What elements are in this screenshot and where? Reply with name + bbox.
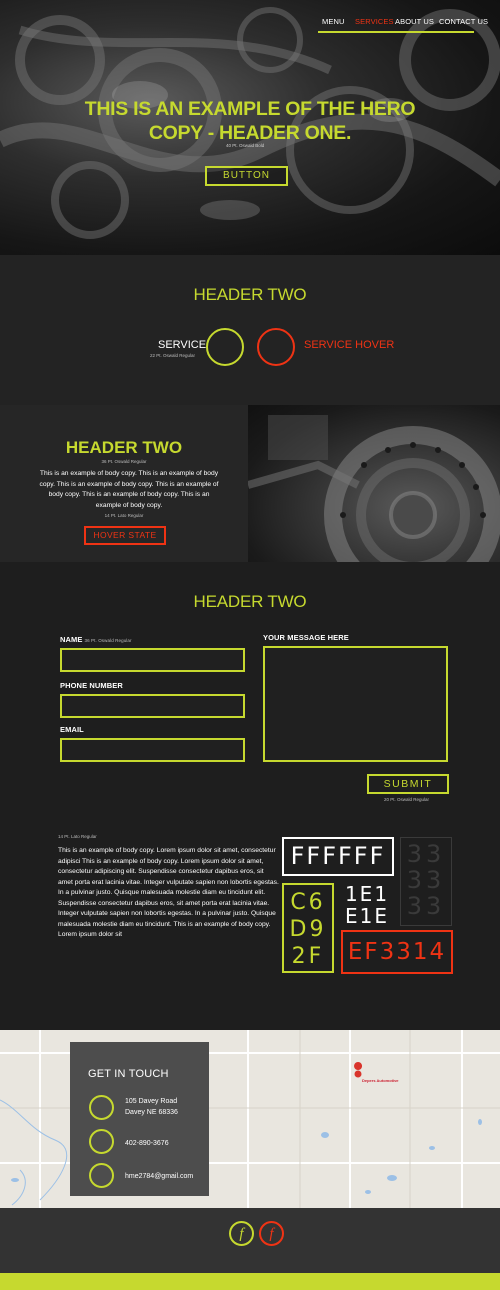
contact-email[interactable]: hme2784@gmail.com (125, 1171, 193, 1182)
message-label: YOUR MESSAGE HERE (263, 633, 349, 642)
swatch-lime-line: C6 (290, 890, 326, 915)
swatch-lime-line: D9 (289, 917, 327, 942)
phone-icon (89, 1129, 114, 1154)
brake-rotor-graphic (248, 415, 500, 562)
service-hover-circle[interactable] (257, 328, 295, 366)
swatch-dark-line: E1E (345, 904, 389, 928)
form-heading: HEADER TWO (193, 592, 307, 611)
name-font-note: 36 Pt. Oswald Regular (84, 638, 132, 643)
swatch-lime: C6 D9 2F (282, 883, 334, 973)
swatch-gray-line: 33 (406, 892, 446, 920)
phone-field[interactable] (60, 694, 245, 718)
body-font-note: 14 Pt. Lato Regular (58, 834, 97, 839)
swatch-dark: 1E1 E1E (341, 883, 393, 929)
nav-item-services[interactable]: SERVICES (355, 17, 394, 26)
swatch-gray: 33 33 33 (400, 837, 452, 926)
location-icon (89, 1095, 114, 1120)
body-copy-sample: This is an example of body copy. Lorem i… (58, 847, 279, 938)
hover-state-button[interactable]: HOVER STATE (84, 526, 166, 545)
address-line-2: Davey NE 68336 (125, 1109, 178, 1116)
submit-font-note: 20 Pt. Oswald Regular (384, 797, 430, 802)
contact-form-section: HEADER TWO NAME 36 Pt. Oswald Regular PHO… (0, 562, 500, 817)
submit-button[interactable]: SUBMIT (367, 774, 449, 794)
about-section: HEADER TWO 36 Pt. Oswald Regular This is… (0, 405, 500, 562)
swatch-gray-line: 33 (406, 866, 446, 894)
phone-label: PHONE NUMBER (60, 681, 123, 690)
about-heading: HEADER TWO (65, 438, 183, 457)
typography-section: 14 Pt. Lato Regular This is an example o… (0, 817, 500, 1030)
hero-title-line-1: THIS IS AN EXAMPLE OF THE HERO (84, 98, 416, 120)
map-section[interactable]: Depers Automotive GET IN TOUCH 105 Davey… (0, 1030, 500, 1208)
contact-card: GET IN TOUCH 105 Davey Road Davey NE 683… (70, 1042, 209, 1196)
main-nav: MENU SERVICES ABOUT US CONTACT US (318, 17, 488, 33)
name-label: NAME 36 Pt. Oswald Regular (60, 635, 132, 644)
nav-item-menu[interactable]: MENU (322, 17, 344, 26)
contact-phone[interactable]: 402-890-3676 (125, 1138, 169, 1149)
name-label-text: NAME (60, 635, 83, 644)
service-font-note: 22 Pt. Oswald Regular (150, 353, 196, 358)
address-line-1: 105 Davey Road (125, 1098, 178, 1105)
contact-title: GET IN TOUCH (88, 1068, 169, 1080)
facebook-icon[interactable]: f (229, 1221, 254, 1246)
services-heading: HEADER TWO (193, 285, 307, 304)
swatch-white: FFFFFF (282, 837, 394, 876)
message-textarea[interactable] (263, 646, 448, 762)
map-pin-label: Depers Automotive (362, 1078, 399, 1083)
email-icon (89, 1163, 114, 1188)
service-circle[interactable] (206, 328, 244, 366)
name-field[interactable] (60, 648, 245, 672)
email-field[interactable] (60, 738, 245, 762)
about-body-copy: This is an example of body copy. This is… (39, 470, 219, 509)
hero-button[interactable]: BUTTON (205, 166, 288, 186)
bottom-accent-bar (0, 1273, 500, 1290)
brake-rotor-photo (248, 405, 500, 562)
nav-item-about-us[interactable]: ABOUT US (395, 17, 434, 26)
footer: f f (0, 1208, 500, 1273)
service-hover-label[interactable]: SERVICE HOVER (304, 339, 394, 351)
swatch-red: EF3314 (341, 930, 453, 974)
swatch-lime-line: 2F (291, 944, 325, 969)
services-section: HEADER TWO SERVICE 22 Pt. Oswald Regular… (0, 255, 500, 405)
hero-title-line-2: COPY - HEADER ONE. (148, 122, 352, 144)
email-label: EMAIL (60, 725, 84, 734)
hero-font-note: 40 Pt. Oswald Bold (226, 143, 265, 148)
about-body-font-note: 14 Pt. Lato Regular (104, 513, 144, 518)
nav-item-contact-us[interactable]: CONTACT US (439, 17, 488, 26)
about-heading-font-note: 36 Pt. Oswald Regular (101, 459, 147, 464)
swatch-gray-line: 33 (406, 840, 446, 868)
hero-title: THIS IS AN EXAMPLE OF THE HERO COPY - HE… (0, 97, 500, 145)
contact-address: 105 Davey Road Davey NE 68336 (125, 1096, 178, 1118)
hero-section: MENU SERVICES ABOUT US CONTACT US THIS I… (0, 0, 500, 255)
swatch-dark-line: 1E1 (344, 882, 390, 906)
facebook-hover-icon[interactable]: f (259, 1221, 284, 1246)
service-label: SERVICE (158, 339, 207, 351)
